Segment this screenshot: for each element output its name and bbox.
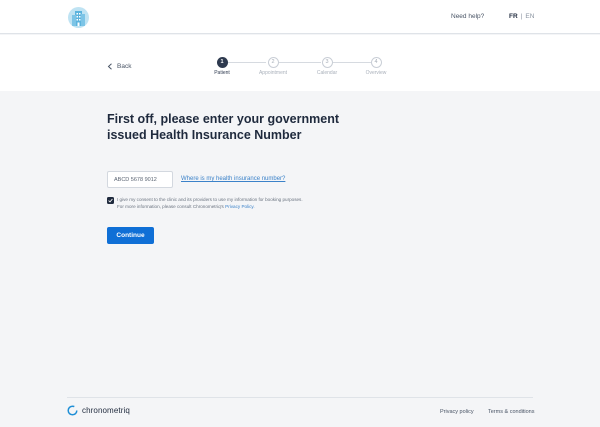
step-number: 3	[321, 57, 333, 68]
step-label: Overview	[365, 70, 387, 76]
back-button[interactable]: Back	[107, 63, 131, 70]
health-insurance-number-input[interactable]	[107, 171, 173, 188]
page-title: First off, please enter your government …	[107, 112, 339, 142]
clinic-building-icon[interactable]	[68, 7, 89, 28]
terms-conditions-link[interactable]: Terms & conditions	[488, 409, 534, 415]
privacy-policy-link[interactable]: Privacy policy	[440, 409, 474, 415]
consent-text: I give my consent to the clinic and its …	[117, 197, 347, 210]
consent-privacy-link[interactable]: Privacy Policy.	[225, 204, 255, 209]
footer-divider	[67, 397, 533, 398]
stepper-bar: Back 1 Patient 2 Appointment 3 Calendar …	[0, 35, 600, 91]
step-label: Calendar	[316, 70, 338, 76]
top-bar: Need help? FR | EN	[0, 0, 600, 34]
step-label: Patient	[214, 70, 230, 76]
footer-brand: chronometriq	[67, 405, 130, 416]
step-appointment: 2 Appointment	[245, 57, 301, 76]
brand-name: chronometriq	[82, 406, 130, 415]
chevron-left-icon	[107, 63, 112, 70]
checkmark-icon	[108, 198, 113, 203]
step-label: Appointment	[258, 70, 288, 76]
consent-line-2: For more information, please consult Chr…	[117, 203, 224, 209]
language-switcher: FR | EN	[509, 13, 534, 20]
need-help-link[interactable]: Need help?	[451, 13, 484, 20]
consent-checkbox[interactable]	[107, 197, 114, 204]
where-is-hin-link[interactable]: Where is my health insurance number?	[181, 176, 285, 182]
lang-en-option[interactable]: EN	[525, 13, 534, 20]
step-overview: 4 Overview	[348, 57, 404, 76]
lang-fr-option[interactable]: FR	[509, 13, 518, 20]
step-patient: 1 Patient	[194, 57, 250, 76]
back-label: Back	[117, 63, 132, 70]
chronometriq-logo-icon	[67, 405, 78, 416]
consent-line-1: I give my consent to the clinic and its …	[117, 197, 303, 202]
lang-separator: |	[520, 13, 523, 20]
step-calendar: 3 Calendar	[299, 57, 355, 76]
step-number: 1	[216, 57, 228, 68]
step-number: 4	[370, 57, 382, 68]
step-number: 2	[267, 57, 279, 68]
continue-button[interactable]: Continue	[107, 227, 154, 244]
